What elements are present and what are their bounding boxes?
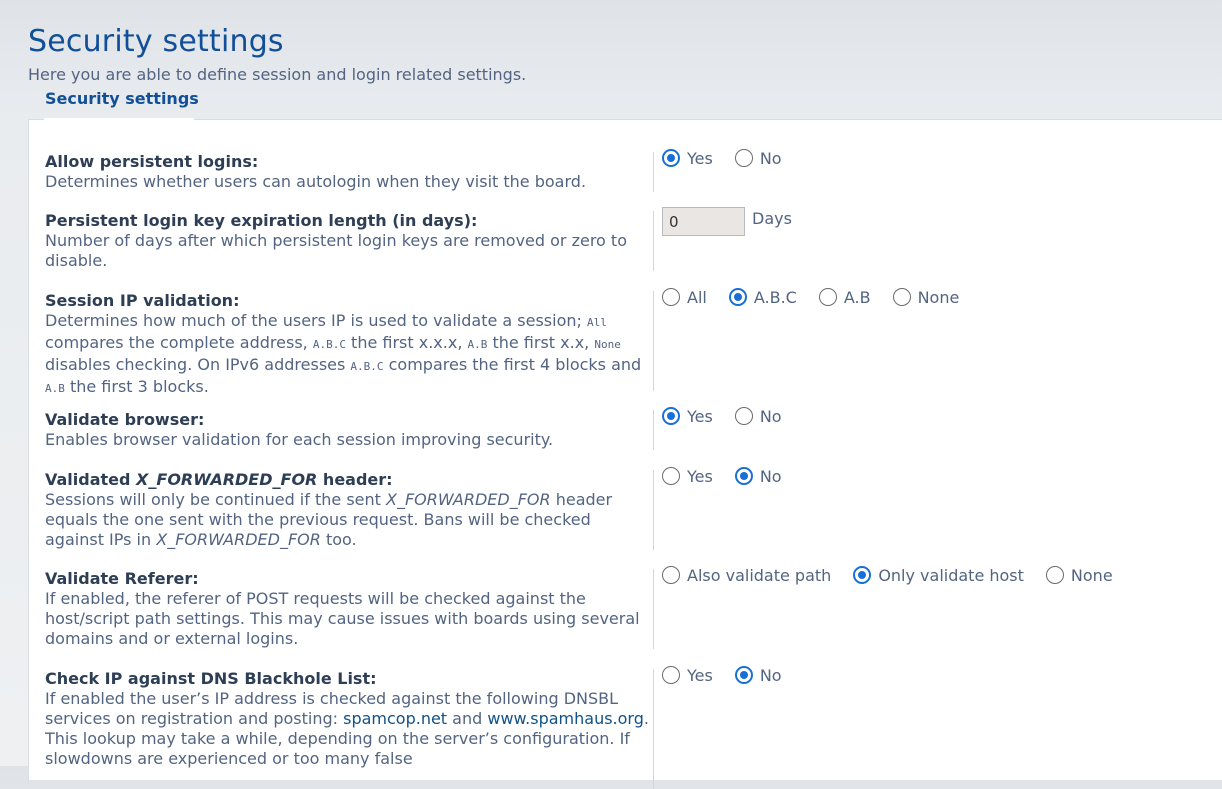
radio-button[interactable] <box>818 288 837 306</box>
radio-group-forwarded-for: Yes No <box>662 464 804 488</box>
radio-option-yes[interactable]: Yes <box>662 467 713 486</box>
radio-button[interactable] <box>662 666 680 684</box>
radio-option-none[interactable]: None <box>1045 566 1113 585</box>
page-description: Here you are able to define session and … <box>28 65 527 84</box>
radio-option-yes[interactable]: Yes <box>662 666 713 685</box>
radio-group-browser-check: Yes No <box>662 404 804 428</box>
setting-explain: Determines how much of the users IP is u… <box>45 311 642 396</box>
setting-explain: If enabled, the referer of POST requests… <box>45 589 640 648</box>
days-unit-label: Days <box>752 209 792 228</box>
radio-option-no[interactable]: No <box>734 467 782 486</box>
radio-option-ab[interactable]: A.B <box>818 288 871 307</box>
radio-option-validate-host[interactable]: Only validate host <box>853 566 1024 585</box>
radio-button[interactable] <box>1045 566 1064 584</box>
setting-label: Persistent login key expiration length (… <box>45 211 478 230</box>
setting-explain: If enabled the user’s IP address is chec… <box>45 689 649 768</box>
radio-option-validate-path[interactable]: Also validate path <box>662 566 831 585</box>
radio-option-no[interactable]: No <box>734 407 782 426</box>
radio-option-yes[interactable]: Yes <box>662 149 713 168</box>
radio-option-yes[interactable]: Yes <box>662 407 713 426</box>
setting-explain: Determines whether users can autologin w… <box>45 172 587 191</box>
expiration-days-input[interactable] <box>662 207 745 236</box>
spamcop-link[interactable]: spamcop.net <box>343 709 447 728</box>
setting-label: Validated X_FORWARDED_FOR header: <box>45 470 393 489</box>
radio-option-no[interactable]: No <box>734 666 782 685</box>
radio-button[interactable] <box>662 467 680 485</box>
radio-button[interactable] <box>662 407 680 425</box>
radio-group-dnsbl: Yes No <box>662 663 804 687</box>
radio-group-ip-validation: All A.B.C A.B None <box>662 285 981 309</box>
setting-label: Check IP against DNS Blackhole List: <box>45 669 377 688</box>
radio-group-persistent-logins: Yes No <box>662 146 804 170</box>
radio-button[interactable] <box>662 566 680 584</box>
radio-option-none[interactable]: None <box>892 288 959 307</box>
fieldset-legend: Security settings <box>45 89 199 108</box>
radio-button[interactable] <box>662 149 680 167</box>
page-title: Security settings <box>28 24 284 59</box>
setting-label: Allow persistent logins: <box>45 152 259 171</box>
setting-explain: Number of days after which persistent lo… <box>45 231 627 270</box>
radio-group-referer: Also validate path Only validate host No… <box>662 563 1135 587</box>
setting-label: Validate browser: <box>45 410 205 429</box>
radio-button[interactable] <box>892 288 911 306</box>
setting-label: Validate Referer: <box>45 569 199 588</box>
radio-option-all[interactable]: All <box>662 288 707 307</box>
radio-button[interactable] <box>734 407 753 425</box>
setting-explain: Enables browser validation for each sess… <box>45 430 554 449</box>
radio-button[interactable] <box>728 288 747 306</box>
radio-button[interactable] <box>734 149 753 167</box>
radio-button[interactable] <box>734 666 753 684</box>
setting-label: Session IP validation: <box>45 291 240 310</box>
radio-button[interactable] <box>662 288 680 306</box>
radio-button[interactable] <box>734 467 753 485</box>
spamhaus-link[interactable]: www.spamhaus.org <box>487 709 644 728</box>
setting-explain: Sessions will only be continued if the s… <box>45 490 613 549</box>
radio-option-abc[interactable]: A.B.C <box>728 288 797 307</box>
radio-option-no[interactable]: No <box>734 149 782 168</box>
radio-button[interactable] <box>853 566 872 584</box>
